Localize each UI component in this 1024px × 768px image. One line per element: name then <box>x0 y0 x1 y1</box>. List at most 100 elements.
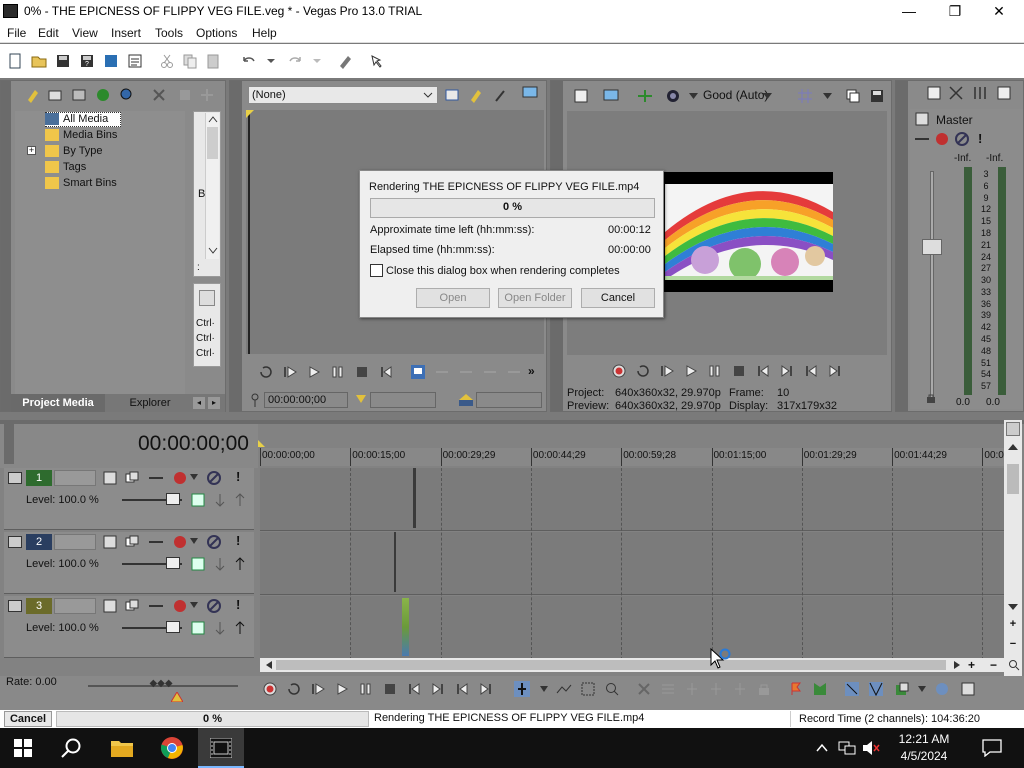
fx-icon[interactable] <box>199 290 215 306</box>
track-collapse-icon[interactable] <box>8 472 22 484</box>
dim-output-icon[interactable] <box>972 85 988 101</box>
zoom-tool-icon[interactable] <box>1008 659 1020 671</box>
menu-file[interactable]: File <box>7 26 26 42</box>
capture-video-icon[interactable] <box>47 87 63 103</box>
track-lane-2[interactable] <box>260 532 1004 595</box>
track-composite-icon[interactable] <box>124 534 140 550</box>
chevron-down-icon[interactable] <box>918 686 926 692</box>
play-from-start-icon[interactable] <box>659 363 675 379</box>
track-compositing-mode-icon[interactable] <box>148 534 164 550</box>
scroll-down-icon[interactable] <box>208 247 218 255</box>
record-icon[interactable] <box>262 681 278 697</box>
menu-tools[interactable]: Tools <box>155 26 183 42</box>
scroll-right-icon[interactable] <box>954 661 962 669</box>
go-to-start-icon[interactable] <box>378 364 394 380</box>
track-name-field[interactable] <box>54 598 96 614</box>
zoom-out-icon[interactable]: − <box>1007 638 1019 650</box>
track-solo-icon[interactable]: ! <box>236 597 240 612</box>
track-arrow-icon[interactable] <box>232 556 248 572</box>
trimmer-pin-icon[interactable] <box>492 87 508 103</box>
taskbar-vegas-button[interactable] <box>198 728 244 768</box>
cancel-render-button[interactable]: Cancel <box>581 288 655 308</box>
track-compositing-mode-icon[interactable] <box>148 598 164 614</box>
insert-region-icon[interactable] <box>812 681 828 697</box>
normal-edit-tool-icon[interactable] <box>514 681 530 697</box>
track-solo-icon[interactable]: ! <box>236 533 240 548</box>
open-button[interactable]: Open <box>416 288 490 308</box>
pause-icon[interactable] <box>707 363 723 379</box>
open-folder-button[interactable]: Open Folder <box>498 288 572 308</box>
close-button[interactable]: ✕ <box>976 0 1022 23</box>
loop-icon[interactable] <box>635 363 651 379</box>
pause-icon[interactable] <box>330 364 346 380</box>
get-media-web-icon[interactable] <box>71 87 87 103</box>
markers-flag-icon[interactable] <box>1006 422 1020 436</box>
stop-icon[interactable] <box>731 363 747 379</box>
master-fx-icon[interactable] <box>934 131 950 147</box>
trimmer-fx-icon[interactable] <box>468 87 484 103</box>
chevron-down-icon[interactable] <box>190 538 198 544</box>
play-icon[interactable] <box>334 681 350 697</box>
trimmer-add-to-timeline-icon[interactable] <box>410 364 426 380</box>
rate-thumb-icon[interactable]: ◆◆◆ <box>148 678 174 690</box>
track-fx-icon[interactable] <box>172 598 188 614</box>
track-header-1[interactable]: 1 ! Level: 100.0 % <box>4 468 254 530</box>
remove-unused-media-icon[interactable] <box>95 87 111 103</box>
scroll-up-icon[interactable] <box>208 115 218 123</box>
preview-properties-icon[interactable] <box>573 88 589 104</box>
panel-grip[interactable] <box>230 81 242 411</box>
chevron-down-icon[interactable] <box>540 686 548 692</box>
overlays-icon[interactable] <box>665 88 681 104</box>
zoom-in-icon[interactable]: + <box>968 658 975 672</box>
loop-icon[interactable] <box>286 681 302 697</box>
trim-end-icon[interactable] <box>708 681 724 697</box>
search-icon[interactable] <box>61 737 83 759</box>
selection-tool-icon[interactable] <box>580 681 596 697</box>
track-lane-1[interactable] <box>260 468 1004 531</box>
track-arrow-icon[interactable] <box>212 620 228 636</box>
chevron-down-icon[interactable] <box>689 93 698 99</box>
track-mute-icon[interactable] <box>206 534 222 550</box>
track-level-thumb[interactable] <box>166 557 180 569</box>
tree-item-tags[interactable]: Tags <box>63 161 86 173</box>
new-file-icon[interactable] <box>6 52 24 70</box>
split-icon[interactable] <box>732 681 748 697</box>
menu-options[interactable]: Options <box>196 26 237 42</box>
play-icon[interactable] <box>306 364 322 380</box>
go-to-end-icon[interactable] <box>779 363 795 379</box>
trimmer-monitor-icon[interactable] <box>522 85 538 101</box>
track-collapse-icon[interactable] <box>8 600 22 612</box>
tree-item-media-bins[interactable]: Media Bins <box>63 129 117 141</box>
track-collapse-icon[interactable] <box>8 536 22 548</box>
video-event[interactable] <box>402 598 409 656</box>
cut-icon[interactable] <box>158 52 176 70</box>
previous-frame-icon[interactable] <box>454 681 470 697</box>
track-motion-icon[interactable] <box>102 470 118 486</box>
render-as-icon[interactable] <box>102 52 120 70</box>
tab-scroll-left-icon[interactable]: ◂ <box>193 397 205 409</box>
timeline-hscroll[interactable]: + − <box>260 658 1022 672</box>
stop-icon[interactable] <box>382 681 398 697</box>
network-icon[interactable] <box>838 740 856 756</box>
envelope-tool-icon[interactable] <box>556 681 572 697</box>
track-mute-icon[interactable] <box>206 470 222 486</box>
track-keyframe-icon[interactable] <box>190 556 206 572</box>
timeline-ruler[interactable]: 00:00:00;00 00:00:15;00 00:00:29;29 00:00:4… <box>260 448 1004 466</box>
track-motion-icon[interactable] <box>102 534 118 550</box>
delete-icon[interactable] <box>151 87 167 103</box>
chevron-down-icon[interactable] <box>190 474 198 480</box>
tab-explorer[interactable]: Explorer <box>115 394 185 412</box>
video-event[interactable] <box>394 532 396 592</box>
trimmer-properties-icon[interactable] <box>444 87 460 103</box>
lock-icon[interactable] <box>926 393 936 403</box>
loop-icon[interactable] <box>258 364 274 380</box>
panel-grip[interactable] <box>1 81 11 411</box>
menu-view[interactable]: View <box>72 26 98 42</box>
ignore-grouping-icon[interactable] <box>960 681 976 697</box>
whats-this-help-icon[interactable] <box>368 52 386 70</box>
play-from-start-icon[interactable] <box>310 681 326 697</box>
track-keyframe-icon[interactable] <box>190 620 206 636</box>
track-fx-icon[interactable] <box>172 470 188 486</box>
undo-dropdown-icon[interactable] <box>262 52 280 70</box>
trim-start-icon[interactable] <box>684 681 700 697</box>
